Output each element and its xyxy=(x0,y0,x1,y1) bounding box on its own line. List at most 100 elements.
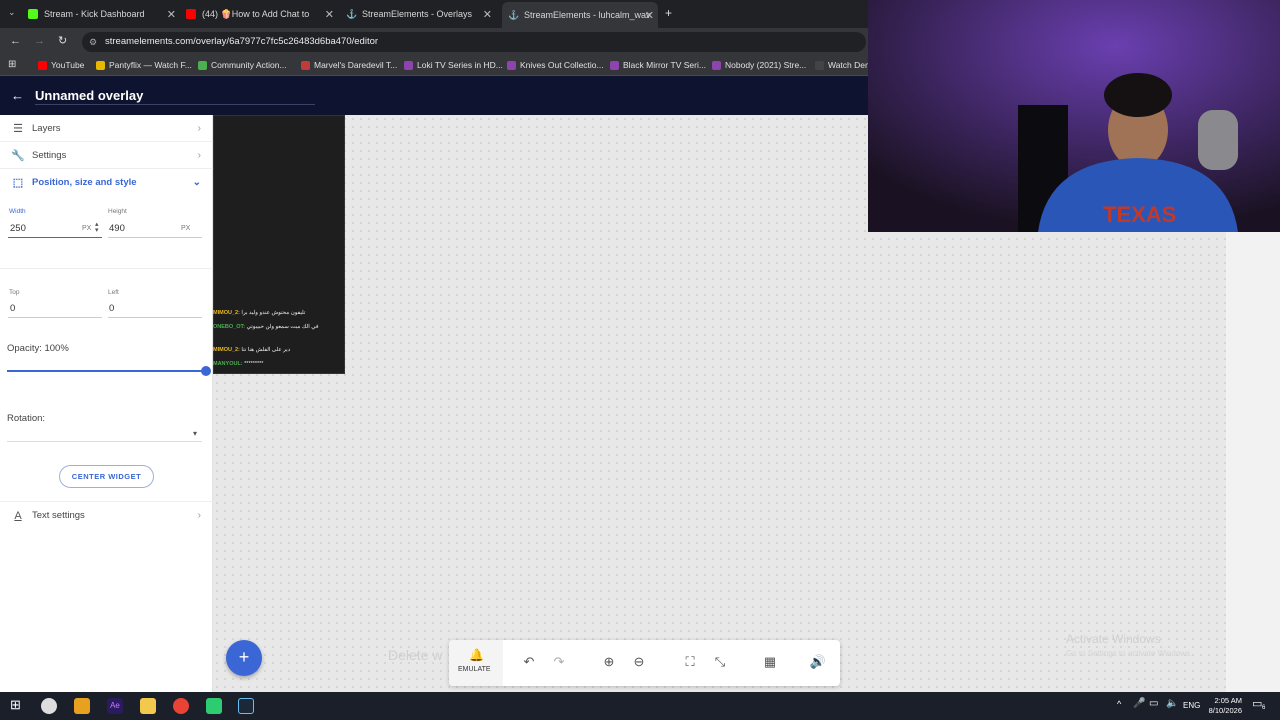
after-effects-icon[interactable]: Ae xyxy=(107,698,123,714)
chat-text: تليفون محتوش عندو وليد برا xyxy=(241,310,306,316)
wrench-icon: 🔧 xyxy=(11,149,25,162)
chat-text: دير على الفلش هنا نتا xyxy=(241,347,291,353)
exit-fullscreen-icon[interactable]: ⤡ xyxy=(711,654,729,670)
chat-username: MIMOU_2: xyxy=(213,310,240,316)
youtube-icon xyxy=(186,9,196,19)
close-icon[interactable]: ✕ xyxy=(325,8,334,21)
app-icon[interactable] xyxy=(41,698,57,714)
chat-widget-preview[interactable] xyxy=(213,115,345,374)
tab-title: Stream - Kick Dashboard xyxy=(44,9,145,19)
back-icon[interactable]: ← xyxy=(10,35,21,47)
tab-search-icon[interactable]: ⌄ xyxy=(8,7,16,18)
chevron-right-icon: › xyxy=(197,122,201,134)
chrome-icon[interactable] xyxy=(173,698,189,714)
zoom-in-icon[interactable]: ⊕ xyxy=(600,654,618,670)
height-underline xyxy=(108,237,202,238)
bookmark-knives-out[interactable]: Knives Out Collectio... xyxy=(507,60,604,70)
bookmark-watch-dem[interactable]: Watch Dem xyxy=(815,60,872,70)
close-icon[interactable]: ✕ xyxy=(645,9,654,22)
bookmark-community-action[interactable]: Community Action... xyxy=(198,60,287,70)
notification-icon[interactable]: ▭ xyxy=(1252,697,1262,710)
tab-kick-dashboard[interactable]: Stream - Kick Dashboard ✕ xyxy=(28,4,180,24)
back-arrow-icon[interactable]: ← xyxy=(11,88,24,103)
network-icon[interactable]: ▭ xyxy=(1149,698,1158,709)
chat-username: ONEBO_OT: xyxy=(213,324,246,330)
emulate-button[interactable]: 🔔 EMULATE xyxy=(449,640,503,686)
clock-time[interactable]: 2:05 AM xyxy=(1208,696,1242,705)
file-explorer-icon[interactable] xyxy=(140,698,156,714)
tray-expand-icon[interactable]: ^ xyxy=(1117,699,1121,709)
redo-icon[interactable]: ↷ xyxy=(550,654,568,670)
settings-section[interactable]: 🔧 Settings › xyxy=(0,142,213,169)
left-underline xyxy=(108,317,202,318)
layers-section[interactable]: ☰ Layers › xyxy=(0,115,213,142)
bookmark-pantyflix[interactable]: Pantyflix — Watch F... xyxy=(96,60,192,70)
zoom-out-icon[interactable]: ⊖ xyxy=(630,654,648,670)
position-section[interactable]: ⬚ Position, size and style ⌄ xyxy=(0,169,213,196)
top-input[interactable]: 0 xyxy=(10,303,15,314)
site-info-icon[interactable]: ⚙ xyxy=(89,32,97,52)
microphone-icon[interactable]: 🎤 xyxy=(1133,698,1145,709)
tab-streamelements-editor[interactable]: ⚓ StreamElements - luhcalm_wav ✕ xyxy=(502,2,658,28)
selection-icon: ⬚ xyxy=(12,177,24,189)
opacity-slider-handle[interactable] xyxy=(201,366,211,376)
chat-username: MANYOUL: xyxy=(213,361,243,367)
top-underline xyxy=(8,317,102,318)
overlay-title-input[interactable]: Unnamed overlay xyxy=(35,88,143,103)
grid-icon[interactable]: ▦ xyxy=(761,654,779,670)
menu-icon: ☰ xyxy=(13,122,23,135)
text-settings-section[interactable]: A Text settings › xyxy=(0,502,213,529)
text-format-icon: A xyxy=(14,509,22,522)
anchor-icon: ⚓ xyxy=(508,10,520,20)
bookmark-black-mirror[interactable]: Black Mirror TV Seri... xyxy=(610,60,706,70)
opacity-label: Opacity: 100% xyxy=(7,343,69,354)
bookmark-nobody[interactable]: Nobody (2021) Stre... xyxy=(712,60,806,70)
tab-streamelements-overlays[interactable]: ⚓ StreamElements - Overlays ✕ xyxy=(346,4,496,24)
bookmark-loki[interactable]: Loki TV Series in HD... xyxy=(404,60,503,70)
steam-icon[interactable] xyxy=(238,698,254,714)
app-icon[interactable] xyxy=(74,698,90,714)
width-input[interactable]: 250 xyxy=(10,223,26,234)
volume-icon[interactable]: 🔊 xyxy=(809,654,827,670)
apps-grid-icon[interactable]: ⊞ xyxy=(8,59,16,70)
url-input[interactable]: ⚙ streamelements.com/overlay/6a7977c7fc5… xyxy=(82,32,866,52)
close-icon[interactable]: ✕ xyxy=(483,8,492,21)
left-label: Left xyxy=(108,289,119,296)
new-tab-icon[interactable]: + xyxy=(665,6,672,20)
webcam-overlay: TEXAS xyxy=(868,0,1280,232)
forward-icon[interactable]: → xyxy=(34,35,45,47)
chat-message: MANYOUL: ********* xyxy=(213,361,263,367)
bell-icon: 🔔 xyxy=(469,648,484,662)
section-label: Position, size and style xyxy=(32,177,137,188)
chat-text: ********* xyxy=(244,361,264,367)
left-input[interactable]: 0 xyxy=(109,303,114,314)
activate-windows-title: Activate Windows xyxy=(1066,632,1161,646)
opacity-slider-track[interactable] xyxy=(7,370,206,372)
undo-icon[interactable]: ↶ xyxy=(520,654,538,670)
browser-tab-bar: ⌄ Stream - Kick Dashboard ✕ (44) 🍿How to… xyxy=(0,0,868,28)
rotation-select[interactable] xyxy=(7,441,202,442)
shirt-text: TEXAS xyxy=(1103,202,1176,227)
dropdown-arrow-icon[interactable]: ▾ xyxy=(193,429,197,438)
width-label: Width xyxy=(9,208,26,215)
fullscreen-icon[interactable]: ⛶ xyxy=(681,654,699,670)
bookmark-daredevil[interactable]: Marvel's Daredevil T... xyxy=(301,60,397,70)
add-widget-button[interactable]: + xyxy=(226,640,262,676)
close-icon[interactable]: ✕ xyxy=(167,8,176,21)
section-label: Layers xyxy=(32,122,61,134)
clock-date[interactable]: 8/10/2026 xyxy=(1200,706,1242,715)
section-label: Settings xyxy=(32,149,67,161)
reload-icon[interactable]: ↻ xyxy=(58,34,67,47)
bookmark-youtube[interactable]: YouTube xyxy=(38,60,84,70)
tab-youtube-video[interactable]: (44) 🍿How to Add Chat to ✕ xyxy=(186,4,338,24)
volume-tray-icon[interactable]: 🔈 xyxy=(1166,698,1178,709)
tab-title: StreamElements - luhcalm_wav xyxy=(524,10,651,20)
stepper-icon[interactable]: ▴ ▾ xyxy=(95,221,99,234)
language-indicator[interactable]: ENG xyxy=(1183,701,1200,710)
title-underline xyxy=(35,104,315,105)
center-widget-button[interactable]: CENTER WIDGET xyxy=(59,465,154,488)
height-input[interactable]: 490 xyxy=(109,223,125,234)
chevron-right-icon: › xyxy=(197,510,201,521)
start-icon[interactable]: ⊞ xyxy=(10,697,21,713)
app-icon[interactable] xyxy=(206,698,222,714)
